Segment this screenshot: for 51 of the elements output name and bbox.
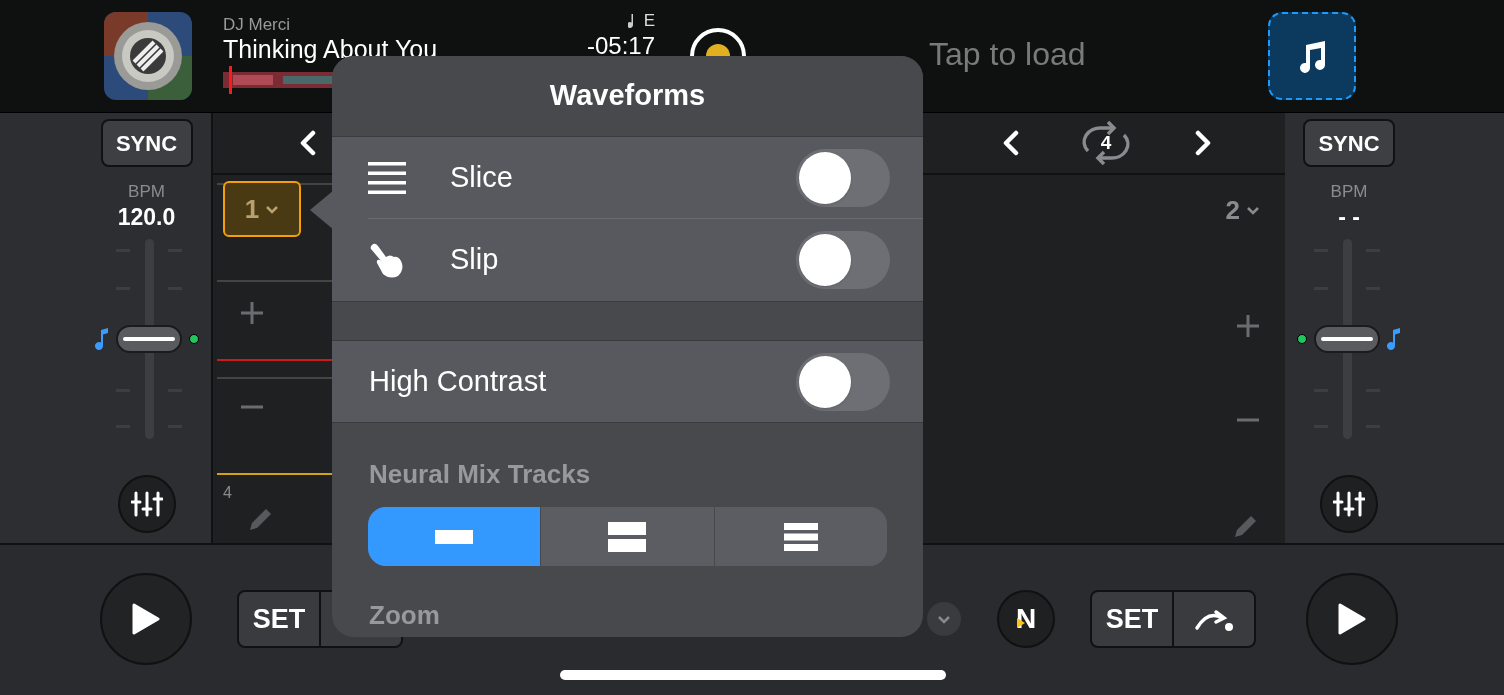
bpm-value: 120.0 [117,206,176,229]
music-note-icon [1387,327,1401,351]
minus-icon[interactable] [240,405,264,409]
toggle-label: Slip [450,242,500,278]
triangle-icon [1017,618,1025,628]
chevron-left-icon[interactable] [1002,130,1020,156]
set-button[interactable]: SET [239,592,321,646]
segment-option[interactable] [368,507,541,566]
plus-icon[interactable] [240,301,264,325]
sliders-icon [130,490,163,518]
play-icon [132,603,160,635]
chevron-left-icon[interactable] [299,130,317,156]
load-track-placeholder[interactable]: Tap to load [929,38,1086,70]
segment-option[interactable] [713,507,887,566]
cue-pad[interactable]: 2 [1225,191,1260,230]
bpm-label: BPM [128,183,165,200]
bpm-label: BPM [1330,183,1368,200]
pitch-slider[interactable] [115,239,182,439]
music-library-button[interactable] [1267,12,1356,100]
lines-icon [368,161,406,194]
section-label: Neural Mix Tracks [369,461,592,487]
double-bar-icon [608,521,647,552]
sync-button[interactable]: SYNC [100,119,193,167]
loop-button[interactable]: 4 [1078,119,1134,167]
chevron-right-icon[interactable] [1194,130,1212,156]
popover-title: Waveforms [549,78,706,114]
chevron-down-icon [1246,206,1260,215]
artist-name: DJ Merci [223,16,292,33]
slider-thumb[interactable] [1314,325,1380,353]
cue-pad[interactable]: 1 [223,181,301,237]
sliders-icon [1333,490,1365,518]
single-bar-icon [435,529,474,544]
triple-bar-icon [783,522,818,551]
chevron-down-icon [937,614,951,624]
play-icon [1338,603,1366,635]
track-key: E [643,12,655,29]
beat-marker: 4 [223,485,232,501]
set-button[interactable]: SET [1092,592,1174,646]
slider-thumb[interactable] [115,325,182,353]
sync-button[interactable]: SYNC [1303,119,1395,167]
pitch-slider[interactable] [1314,239,1380,439]
toggle-label: Slice [450,159,514,195]
toggle-label: High Contrast [369,363,548,399]
chevron-down-icon [265,204,280,214]
plus-icon[interactable] [1236,314,1260,338]
music-note-icon [94,327,109,351]
cue-set-button-group[interactable]: SET [1090,590,1256,648]
minus-icon[interactable] [1236,418,1260,422]
time-remaining: -05:17 [586,34,655,58]
bpm-value: - - [1338,206,1360,229]
mixer-button[interactable] [1320,475,1378,533]
